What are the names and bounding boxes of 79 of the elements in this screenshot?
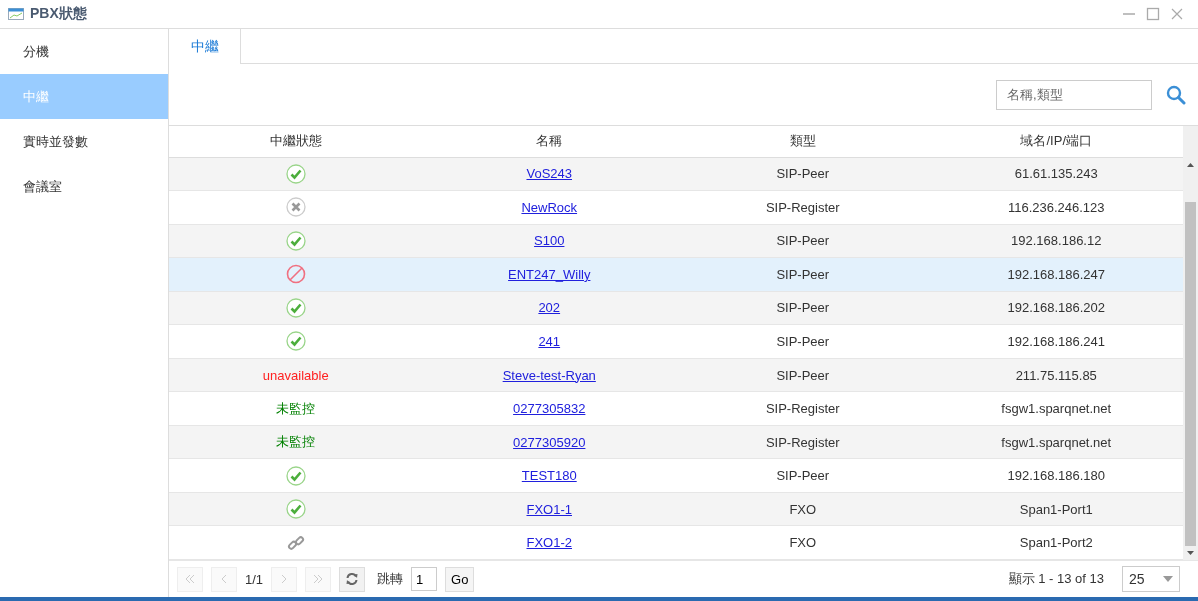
- trunk-name-link[interactable]: 0277305920: [513, 434, 586, 450]
- go-button[interactable]: Go: [445, 566, 475, 592]
- status-text: 未監控: [276, 399, 316, 418]
- tab[interactable]: 中繼: [169, 29, 241, 64]
- refresh-button[interactable]: [339, 566, 366, 592]
- table-cell: FXO: [789, 535, 817, 551]
- table-cell: 192.168.186.247: [1007, 266, 1106, 282]
- check-circle-icon: [285, 331, 306, 352]
- status-text: 未監控: [276, 433, 316, 452]
- table-cell: 192.168.186.12: [1011, 233, 1102, 249]
- search-icon[interactable]: [1166, 84, 1186, 105]
- trunk-name-link[interactable]: ENT247_Willy: [508, 266, 591, 282]
- table-cell: SIP-Peer: [776, 166, 830, 182]
- scrollbar[interactable]: [1183, 126, 1198, 560]
- table-cell: SIP-Register: [765, 401, 840, 417]
- trunk-name-link[interactable]: 241: [538, 334, 561, 349]
- table-cell: Span1-Port1: [1019, 501, 1093, 517]
- table-cell: SIP-Register: [765, 199, 840, 215]
- table-cell: FXO: [789, 501, 817, 517]
- column-header: 中繼狀態: [268, 132, 323, 151]
- table-cell: SIP-Peer: [776, 233, 830, 249]
- trunk-name-link[interactable]: S100: [534, 233, 565, 249]
- table-cell: 61.61.135.243: [1014, 166, 1098, 182]
- check-circle-icon: [285, 499, 306, 520]
- table-cell: 192.168.186.180: [1007, 468, 1106, 484]
- column-header: 域名/IP/端口: [1019, 132, 1093, 151]
- double-chevron-left-icon: [184, 573, 196, 585]
- first-page-button[interactable]: [177, 566, 203, 592]
- check-circle-icon: [285, 163, 306, 184]
- table-cell: SIP-Peer: [776, 266, 830, 282]
- trunk-name-link[interactable]: 202: [538, 300, 561, 316]
- table-cell: 192.168.186.241: [1007, 334, 1106, 349]
- search-field[interactable]: 名稱,類型: [996, 79, 1152, 110]
- table-cell: SIP-Peer: [776, 367, 830, 383]
- table-cell: fsgw1.sparqnet.net: [1001, 434, 1112, 450]
- table-cell: 116.236.246.123: [1007, 199, 1105, 215]
- trunk-name-link[interactable]: 0277305832: [513, 401, 586, 417]
- column-header: 類型: [788, 132, 817, 151]
- table-cell: Span1-Port2: [1019, 535, 1093, 551]
- table-cell: SIP-Peer: [776, 300, 830, 316]
- column-header: 名稱: [535, 132, 564, 151]
- table-cell: SIP-Peer: [776, 334, 830, 349]
- check-circle-icon: [285, 465, 306, 486]
- status-text: unavailable: [262, 367, 329, 383]
- x-circle-icon: [285, 197, 306, 218]
- table-cell: SIP-Register: [765, 434, 840, 450]
- scrollbar-thumb[interactable]: [1185, 202, 1196, 546]
- window-title: PBX狀態: [30, 5, 87, 23]
- double-chevron-right-icon: [312, 573, 325, 585]
- trunk-name-link[interactable]: TEST180: [521, 468, 577, 484]
- sidebar-item[interactable]: 分機: [0, 29, 168, 74]
- last-page-button[interactable]: [305, 566, 332, 592]
- table-cell: 211.75.115.85: [1015, 367, 1097, 383]
- table-cell: 192.168.186.202: [1007, 300, 1106, 316]
- trunk-name-link[interactable]: FXO1-2: [526, 535, 572, 551]
- trunk-name-link[interactable]: VoS243: [526, 166, 572, 182]
- prohibited-icon: [285, 264, 306, 285]
- trunk-name-link[interactable]: FXO1-1: [526, 501, 572, 517]
- page-indicator: 1/1: [245, 571, 264, 587]
- previous-page-button[interactable]: [211, 566, 237, 592]
- close-icon[interactable]: [1170, 7, 1184, 21]
- trunk-name-link[interactable]: NewRock: [521, 199, 578, 215]
- chart-window-icon: [8, 8, 24, 20]
- refresh-icon: [345, 572, 360, 586]
- trunk-name-link[interactable]: Steve-test-Ryan: [502, 367, 596, 383]
- sidebar-item[interactable]: 會議室: [0, 164, 168, 209]
- record-summary: 顯示 1 - 13 of 13: [1008, 570, 1104, 588]
- page-number-field[interactable]: 1: [411, 567, 438, 591]
- table-cell: fsgw1.sparqnet.net: [1001, 401, 1112, 417]
- jump-label: 跳轉: [377, 570, 404, 588]
- page-size-dropdown[interactable]: 25: [1122, 566, 1180, 592]
- maximize-icon[interactable]: [1146, 7, 1160, 21]
- chain-link-icon: [286, 533, 305, 552]
- dropdown-caret-icon: [1163, 576, 1173, 582]
- check-circle-icon: [285, 297, 306, 318]
- next-page-button[interactable]: [271, 566, 298, 592]
- check-circle-icon: [285, 230, 306, 251]
- sidebar-item[interactable]: 實時並發數: [0, 119, 168, 164]
- table-cell: SIP-Peer: [776, 468, 830, 484]
